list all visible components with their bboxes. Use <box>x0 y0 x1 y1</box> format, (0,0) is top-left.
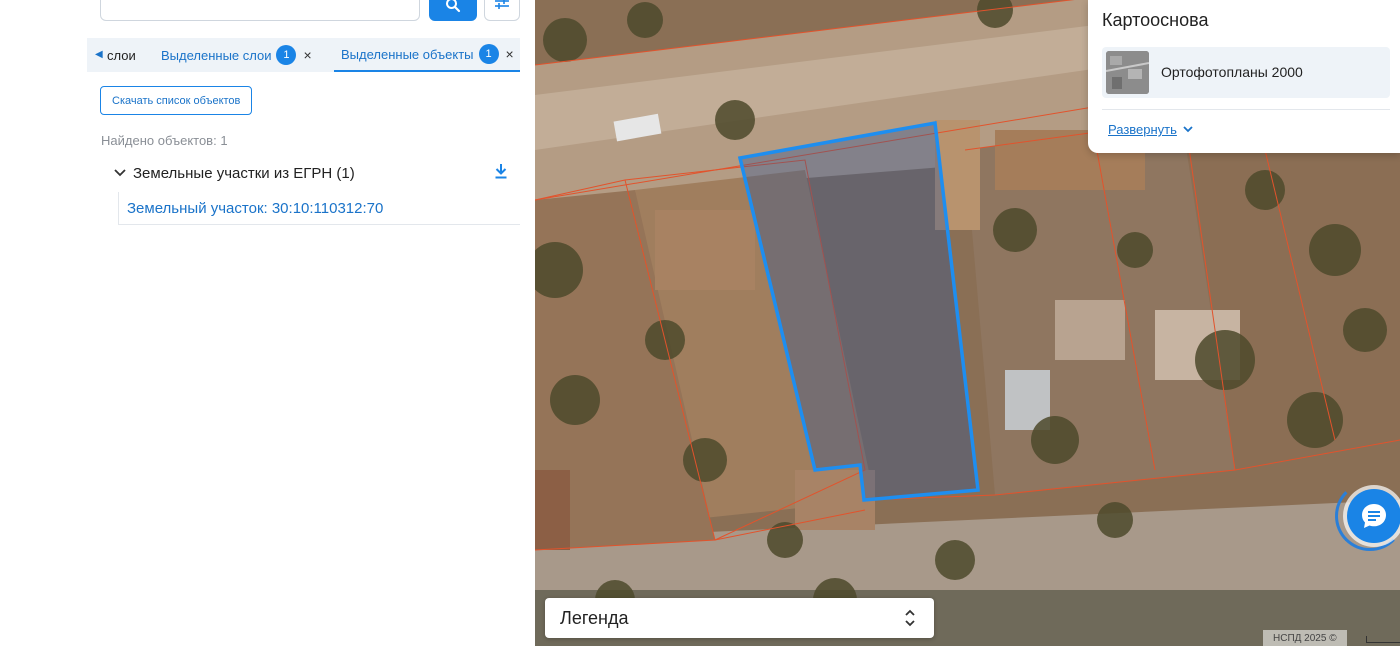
divider <box>1102 109 1390 110</box>
chevron-down-icon <box>1183 126 1193 133</box>
map-attribution: НСПД 2025 © <box>1263 630 1347 646</box>
legend-dropdown[interactable]: Легенда <box>545 598 934 638</box>
group-title: Земельные участки из ЕГРН (1) <box>133 164 355 182</box>
search-button[interactable] <box>429 0 477 21</box>
group-header[interactable]: Земельные участки из ЕГРН (1) <box>113 163 520 183</box>
chevron-left-icon[interactable]: ◀ <box>95 49 103 60</box>
expand-label: Развернуть <box>1108 122 1177 137</box>
close-icon[interactable]: × <box>303 47 311 63</box>
tab-label: слои <box>107 47 136 63</box>
basemap-panel: Картооснова Ортофотопланы 2000 Развернут… <box>1088 0 1400 153</box>
up-down-icon <box>905 609 915 627</box>
tab-selected-layers[interactable]: Выделенные слои 1 × <box>161 38 312 72</box>
tab-layers[interactable]: слои <box>107 38 136 72</box>
tab-bar: ◀ слои Выделенные слои 1 × Выделенные об… <box>87 38 520 72</box>
left-panel: ◀ слои Выделенные слои 1 × Выделенные об… <box>0 0 535 646</box>
basemap-option-selected[interactable]: Ортофотопланы 2000 <box>1102 47 1390 98</box>
expand-link[interactable]: Развернуть <box>1108 122 1193 137</box>
chat-button[interactable] <box>1347 489 1400 543</box>
download-list-button[interactable]: Скачать список объектов <box>100 86 253 115</box>
chat-icon <box>1362 504 1386 528</box>
filter-button[interactable] <box>484 0 520 21</box>
basemap-option-label: Ортофотопланы 2000 <box>1161 64 1303 80</box>
scale-bar <box>1366 636 1400 643</box>
basemap-thumbnail <box>1106 51 1149 94</box>
filter-icon <box>495 0 509 9</box>
count-badge: 1 <box>276 45 297 65</box>
chevron-down-icon[interactable] <box>113 169 127 177</box>
tab-label: Выделенные объекты <box>341 46 474 62</box>
list-item[interactable]: Земельный участок: 30:10:110312:70 <box>118 192 520 225</box>
count-badge: 1 <box>478 44 499 64</box>
tab-label: Выделенные слои <box>161 47 272 63</box>
found-count: Найдено объектов: 1 <box>101 133 228 148</box>
search-input[interactable] <box>100 0 420 21</box>
download-icon[interactable] <box>494 163 508 184</box>
basemap-title: Картооснова <box>1102 10 1209 30</box>
tab-selected-objects[interactable]: Выделенные объекты 1 × <box>334 38 520 72</box>
legend-label: Легенда <box>560 608 629 628</box>
close-icon[interactable]: × <box>506 46 514 62</box>
parcel-link[interactable]: Земельный участок: 30:10:110312:70 <box>127 200 383 217</box>
search-icon <box>446 0 461 12</box>
